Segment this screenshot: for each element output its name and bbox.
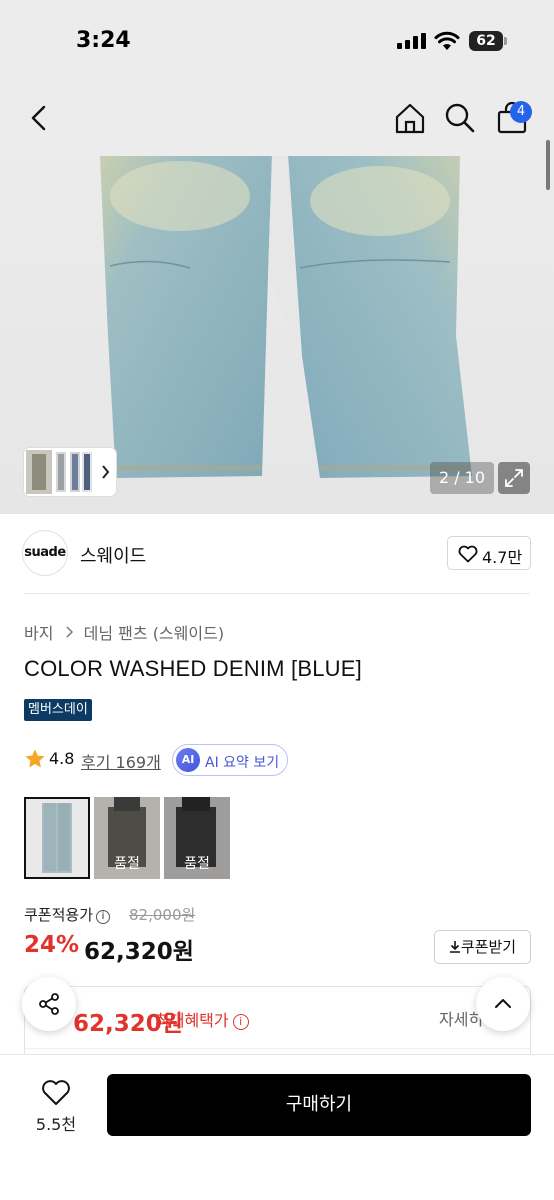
max-benefit-label: 최대혜택가 i (155, 1007, 249, 1031)
bottom-action-bar: 5.5천 구매하기 (0, 1054, 554, 1200)
gallery-thumbnail-strip[interactable] (24, 448, 116, 496)
search-icon[interactable] (442, 100, 478, 136)
wishlist-button[interactable]: 5.5천 (22, 1073, 90, 1143)
sold-out-label: 품절 (114, 856, 140, 872)
chevron-up-icon (495, 999, 511, 1008)
cellular-signal-icon (397, 33, 426, 49)
members-day-tag: 멤버스데이 (24, 699, 92, 721)
back-arrow-icon[interactable] (22, 100, 58, 136)
ai-summary-button[interactable]: AI AI 요약 보기 (172, 744, 288, 776)
review-count-link[interactable]: 후기 169개 (81, 749, 161, 773)
scroll-top-button[interactable] (476, 977, 530, 1031)
wifi-icon (434, 31, 460, 50)
ai-summary-label: AI 요약 보기 (205, 755, 280, 771)
scroll-indicator (546, 140, 550, 190)
color-option-blue[interactable] (24, 797, 90, 879)
image-counter: 2 / 10 (430, 462, 494, 494)
sold-out-label: 품절 (184, 856, 210, 872)
get-coupon-button[interactable]: 쿠폰받기 (434, 930, 531, 964)
brand-like-count: 4.7만 (482, 548, 523, 567)
heart-icon (458, 545, 478, 563)
heart-icon (42, 1080, 70, 1105)
chevron-right-icon (102, 465, 110, 479)
star-icon (25, 749, 45, 768)
chevron-right-icon (65, 623, 73, 642)
brand-like-button[interactable]: 4.7만 (447, 536, 531, 570)
share-button[interactable] (22, 977, 76, 1031)
color-option-gray[interactable]: 품절 (94, 797, 160, 879)
status-time: 3:24 (76, 28, 131, 53)
wishlist-count: 5.5천 (35, 1115, 77, 1134)
info-icon[interactable]: i (96, 910, 111, 924)
discount-rate: 24% (24, 932, 80, 958)
home-icon[interactable] (392, 100, 428, 136)
breadcrumb-item[interactable]: 데님 팬츠 (스웨이드) (84, 624, 224, 643)
sale-price: 62,320원 (84, 939, 194, 965)
top-nav-bar (0, 80, 554, 156)
buy-button[interactable]: 구매하기 (107, 1074, 531, 1136)
battery-icon: 62 (469, 31, 507, 51)
brand-name[interactable]: 스웨이드 (80, 542, 146, 568)
info-icon[interactable]: i (232, 1014, 249, 1030)
color-option-black[interactable]: 품절 (164, 797, 230, 879)
ai-badge-icon: AI (176, 748, 200, 772)
cart-count-badge: 4 (510, 101, 532, 123)
expand-icon[interactable] (498, 462, 530, 494)
download-icon (449, 941, 460, 953)
battery-level: 62 (469, 31, 503, 51)
breadcrumb-item[interactable]: 바지 (24, 624, 53, 643)
status-bar: 3:24 62 (0, 0, 554, 80)
brand-logo[interactable]: suade (22, 530, 68, 576)
rating-row: 4.8 후기 169개 AI AI 요약 보기 (24, 744, 324, 776)
rating-value: 4.8 (49, 749, 75, 768)
brand-row: suade 스웨이드 4.7만 (0, 528, 554, 592)
original-price: 82,000원 (129, 906, 196, 924)
breadcrumb: 바지 데님 팬츠 (스웨이드) (24, 620, 224, 644)
divider (24, 593, 530, 594)
coupon-price-label: 쿠폰적용가 i (24, 904, 111, 925)
share-icon (39, 993, 59, 1015)
product-title: COLOR WASHED DENIM [BLUE] (24, 656, 362, 681)
